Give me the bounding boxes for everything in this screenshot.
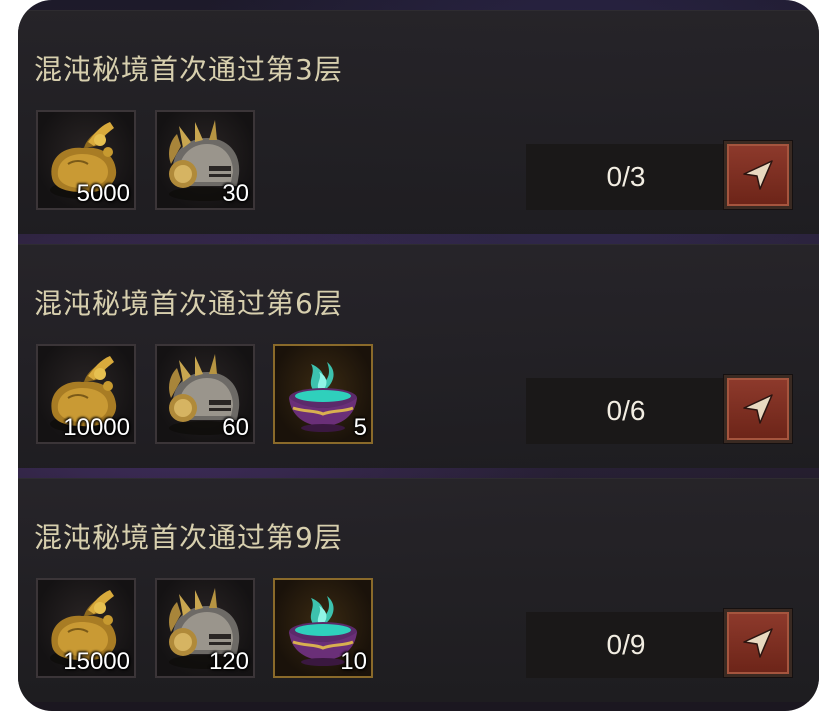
reward-quantity: 5 [353,414,367,441]
progress-counter: 0/3 [526,144,726,210]
task-panel: 混沌秘境首次通过第3层 5000 30 0/3 混沌秘境首次通过第6层 1000… [18,0,819,711]
reward-slot[interactable]: 10000 [36,344,136,444]
reward-quantity: 120 [208,648,249,675]
reward-quantity: 5000 [76,180,130,207]
task-card: 混沌秘境首次通过第9层 15000 120 10 0/9 [18,478,819,702]
go-button[interactable] [724,609,792,677]
reward-slot[interactable]: 30 [155,110,255,210]
go-button[interactable] [724,375,792,443]
reward-quantity: 30 [222,180,249,207]
task-card: 混沌秘境首次通过第6层 10000 60 5 0/6 [18,244,819,468]
reward-slot[interactable]: 10 [273,578,373,678]
reward-quantity: 60 [222,414,249,441]
reward-quantity: 10000 [63,414,130,441]
reward-quantity: 10 [340,648,367,675]
navigate-arrow-icon [740,157,776,193]
reward-slot[interactable]: 60 [155,344,255,444]
go-button[interactable] [724,141,792,209]
task-card: 混沌秘境首次通过第3层 5000 30 0/3 [18,10,819,234]
task-title: 混沌秘境首次通过第9层 [34,521,343,554]
progress-counter: 0/6 [526,378,726,444]
reward-quantity: 15000 [63,648,130,675]
progress-counter: 0/9 [526,612,726,678]
reward-slot[interactable]: 5 [273,344,373,444]
reward-slot[interactable]: 15000 [36,578,136,678]
reward-slot[interactable]: 120 [155,578,255,678]
reward-slot[interactable]: 5000 [36,110,136,210]
navigate-arrow-icon [740,625,776,661]
task-title: 混沌秘境首次通过第6层 [34,287,343,320]
task-title: 混沌秘境首次通过第3层 [34,53,343,86]
navigate-arrow-icon [740,391,776,427]
